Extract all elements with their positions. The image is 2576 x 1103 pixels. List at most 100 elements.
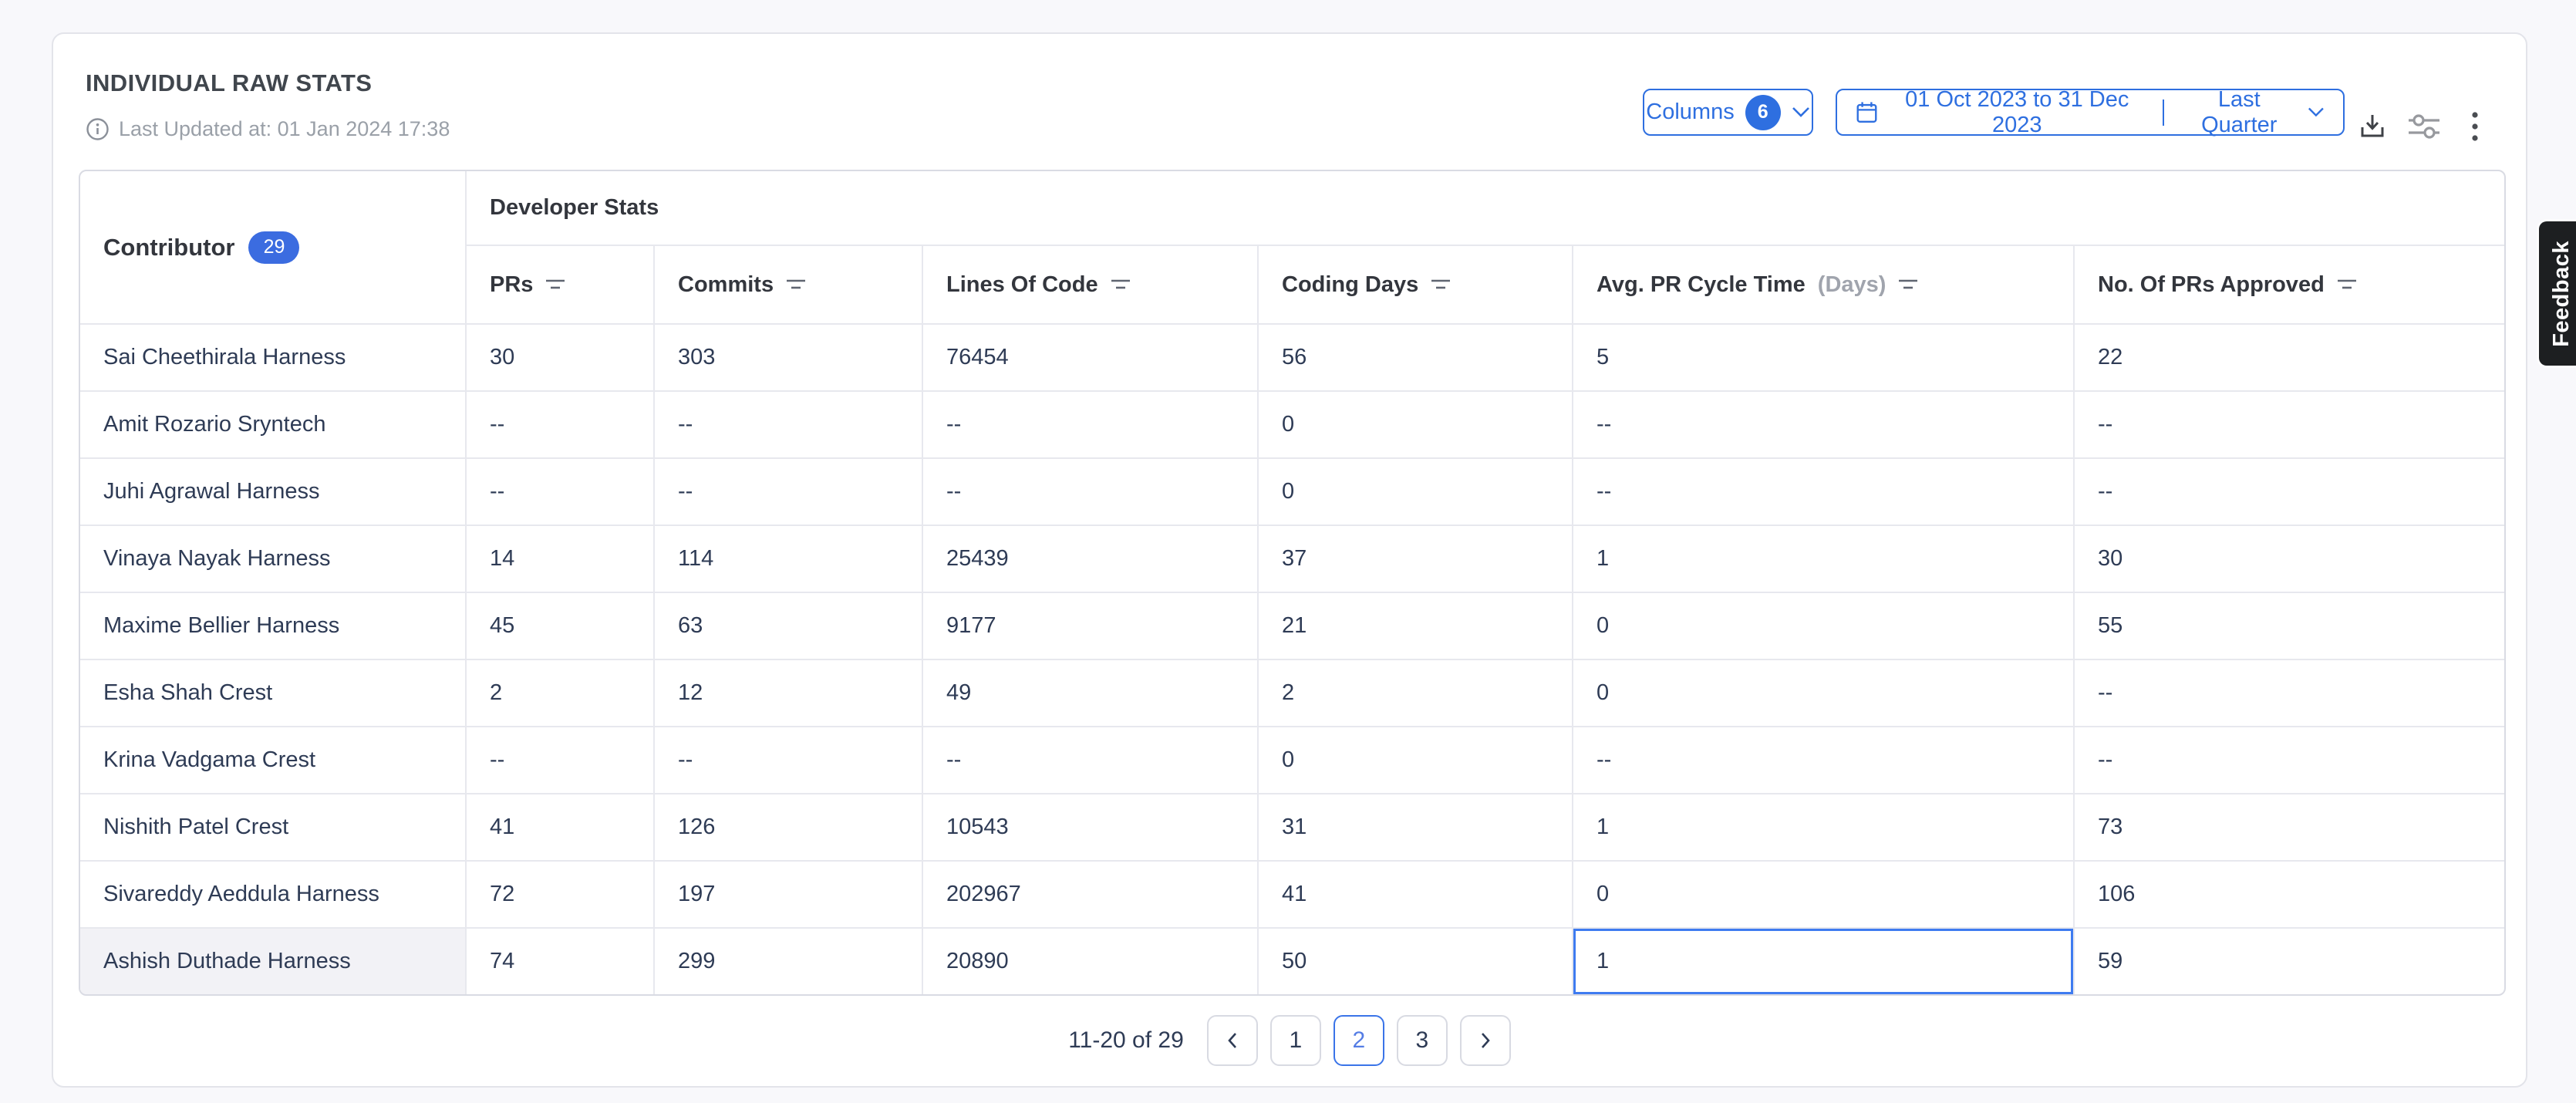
stat-cell[interactable]: -- [655,459,923,525]
stat-cell[interactable]: -- [1573,392,2075,457]
contributor-name-cell[interactable]: Vinaya Nayak Harness [80,526,467,592]
date-range-button[interactable]: 01 Oct 2023 to 31 Dec 2023 Last Quarter [1836,89,2345,136]
download-button[interactable] [2351,105,2394,148]
stat-cell[interactable]: 55 [2075,593,2504,659]
last-updated-text: Last Updated at: 01 Jan 2024 17:38 [119,117,450,141]
filter-lines-icon[interactable] [1898,278,1918,291]
filter-lines-icon[interactable] [545,278,565,291]
stat-cell[interactable]: 106 [2075,862,2504,927]
contributor-name-cell[interactable]: Juhi Agrawal Harness [80,459,467,525]
stat-cell[interactable]: 59 [2075,929,2504,994]
stat-cell[interactable]: -- [1573,459,2075,525]
more-options-button[interactable] [2453,105,2497,148]
feedback-tab[interactable]: Feedback [2539,221,2576,366]
stat-cell[interactable]: 1 [1573,794,2075,860]
stat-cell[interactable]: 197 [655,862,923,927]
stat-cell[interactable]: 126 [655,794,923,860]
stat-cell[interactable]: 37 [1259,526,1573,592]
stat-cell[interactable]: 31 [1259,794,1573,860]
stat-cell[interactable]: -- [655,727,923,793]
stat-cell[interactable]: -- [2075,392,2504,457]
stat-cell[interactable]: 41 [467,794,655,860]
stat-cell[interactable]: -- [2075,459,2504,525]
filter-lines-icon[interactable] [1111,278,1131,291]
stat-cell[interactable]: 2 [467,660,655,726]
stat-cell[interactable]: -- [923,727,1259,793]
contributor-name-cell[interactable]: Amit Rozario Sryntech [80,392,467,457]
filter-lines-icon[interactable] [1431,278,1451,291]
stat-cell[interactable]: 12 [655,660,923,726]
stats-table: Contributor 29 Developer Stats PRs Commi… [79,170,2506,996]
stat-cell[interactable]: -- [2075,727,2504,793]
previous-page-button[interactable] [1207,1015,1258,1066]
stat-cell[interactable]: 114 [655,526,923,592]
stat-cell[interactable]: 20890 [923,929,1259,994]
stat-cell[interactable]: 202967 [923,862,1259,927]
contributor-name-cell[interactable]: Nishith Patel Crest [80,794,467,860]
column-header-label: Coding Days [1282,272,1418,298]
columns-count-badge: 6 [1745,95,1781,130]
individual-raw-stats-panel: INDIVIDUAL RAW STATS Last Updated at: 01… [52,32,2527,1088]
stat-cell[interactable]: -- [467,727,655,793]
calendar-icon [1856,100,1878,126]
stat-cell[interactable]: 0 [1573,660,2075,726]
stat-cell[interactable]: -- [2075,660,2504,726]
stat-cell[interactable]: 73 [2075,794,2504,860]
table-row: Maxime Bellier Harness 4563917721055 [80,592,2504,659]
contributor-name-cell[interactable]: Maxime Bellier Harness [80,593,467,659]
filter-lines-icon[interactable] [786,278,806,291]
stat-cell[interactable]: -- [467,459,655,525]
stat-cell[interactable]: 49 [923,660,1259,726]
stat-cell[interactable]: 74 [467,929,655,994]
contributor-name-cell[interactable]: Sivareddy Aeddula Harness [80,862,467,927]
column-header-no-of-prs-approved: No. Of PRs Approved [2075,246,2504,323]
stat-cell[interactable]: 21 [1259,593,1573,659]
table-header: Contributor 29 Developer Stats PRs Commi… [80,171,2504,323]
contributor-name-cell[interactable]: Esha Shah Crest [80,660,467,726]
next-page-button[interactable] [1460,1015,1511,1066]
stat-cell[interactable]: 0 [1259,727,1573,793]
columns-button[interactable]: Columns 6 [1643,89,1813,136]
stat-cell[interactable]: 10543 [923,794,1259,860]
stat-cell[interactable]: 22 [2075,325,2504,390]
info-icon [86,117,110,141]
stat-cell[interactable]: 30 [467,325,655,390]
stat-cell[interactable]: 0 [1259,392,1573,457]
stat-cell[interactable]: 0 [1259,459,1573,525]
page-button-2[interactable]: 2 [1334,1015,1384,1066]
stat-cell[interactable]: -- [655,392,923,457]
stat-cell[interactable]: -- [467,392,655,457]
stat-cell[interactable]: -- [923,459,1259,525]
stat-cell[interactable]: 14 [467,526,655,592]
contributor-name-cell[interactable]: Ashish Duthade Harness [80,929,467,994]
contributor-name-cell[interactable]: Krina Vadgama Crest [80,727,467,793]
stat-cell[interactable]: 299 [655,929,923,994]
stat-cell[interactable]: 0 [1573,862,2075,927]
stat-cell[interactable]: 45 [467,593,655,659]
stat-cell[interactable]: 63 [655,593,923,659]
stat-cell[interactable]: 1 [1573,929,2075,994]
stat-cell[interactable]: 5 [1573,325,2075,390]
contributor-name-cell[interactable]: Sai Cheethirala Harness [80,325,467,390]
stat-cell[interactable]: 303 [655,325,923,390]
table-row: Sai Cheethirala Harness 303037645456522 [80,323,2504,390]
stat-cell[interactable]: 0 [1573,593,2075,659]
page-button-3[interactable]: 3 [1397,1015,1448,1066]
stat-cell[interactable]: 1 [1573,526,2075,592]
stat-cell[interactable]: 72 [467,862,655,927]
stat-cell[interactable]: 9177 [923,593,1259,659]
stat-cell[interactable]: 25439 [923,526,1259,592]
stat-cell[interactable]: -- [1573,727,2075,793]
table-settings-button[interactable] [2402,105,2446,148]
stat-cell[interactable]: 56 [1259,325,1573,390]
stat-cell[interactable]: 76454 [923,325,1259,390]
column-header-label: No. Of PRs Approved [2098,272,2325,298]
stat-cell[interactable]: -- [923,392,1259,457]
page-button-1[interactable]: 1 [1270,1015,1321,1066]
stat-cell[interactable]: 2 [1259,660,1573,726]
stat-cell[interactable]: 41 [1259,862,1573,927]
sliders-icon [2407,113,2441,140]
stat-cell[interactable]: 30 [2075,526,2504,592]
filter-lines-icon[interactable] [2337,278,2357,291]
stat-cell[interactable]: 50 [1259,929,1573,994]
